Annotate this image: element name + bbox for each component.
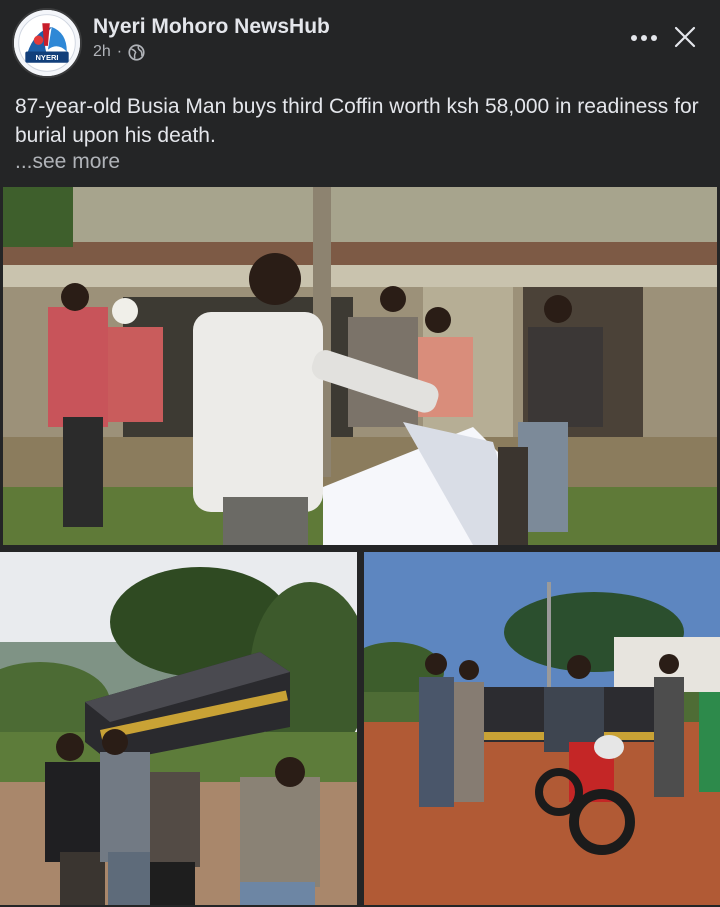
post-photo-main[interactable] (3, 187, 717, 545)
photo-coffin-on-motorbike (364, 552, 720, 905)
avatar-logo-icon: NYERI (14, 10, 80, 76)
dot-icon (631, 35, 637, 41)
page-avatar[interactable]: NYERI (12, 8, 82, 78)
post-caption: 87-year-old Busia Man buys third Coffin … (15, 95, 699, 147)
close-icon[interactable] (672, 24, 698, 50)
photo-coffin-carried (0, 552, 357, 905)
see-more-link[interactable]: ...see more (15, 150, 120, 174)
dot-icon (641, 35, 647, 41)
meta-separator: · (116, 43, 123, 60)
post-photo-bottom-right[interactable] (364, 552, 720, 905)
avatar-text: NYERI (35, 53, 58, 62)
post-header: NYERI Nyeri Mohoro NewsHub 2h · (0, 0, 720, 84)
post-time[interactable]: 2h (93, 43, 111, 61)
post-meta: 2h · (93, 43, 145, 61)
more-options-button[interactable] (626, 24, 662, 52)
globe-icon[interactable] (128, 43, 145, 61)
photo-man-with-coffin (3, 187, 717, 545)
dot-icon (651, 35, 657, 41)
post-photo-bottom-left[interactable] (0, 552, 357, 905)
page-name[interactable]: Nyeri Mohoro NewsHub (93, 15, 330, 39)
